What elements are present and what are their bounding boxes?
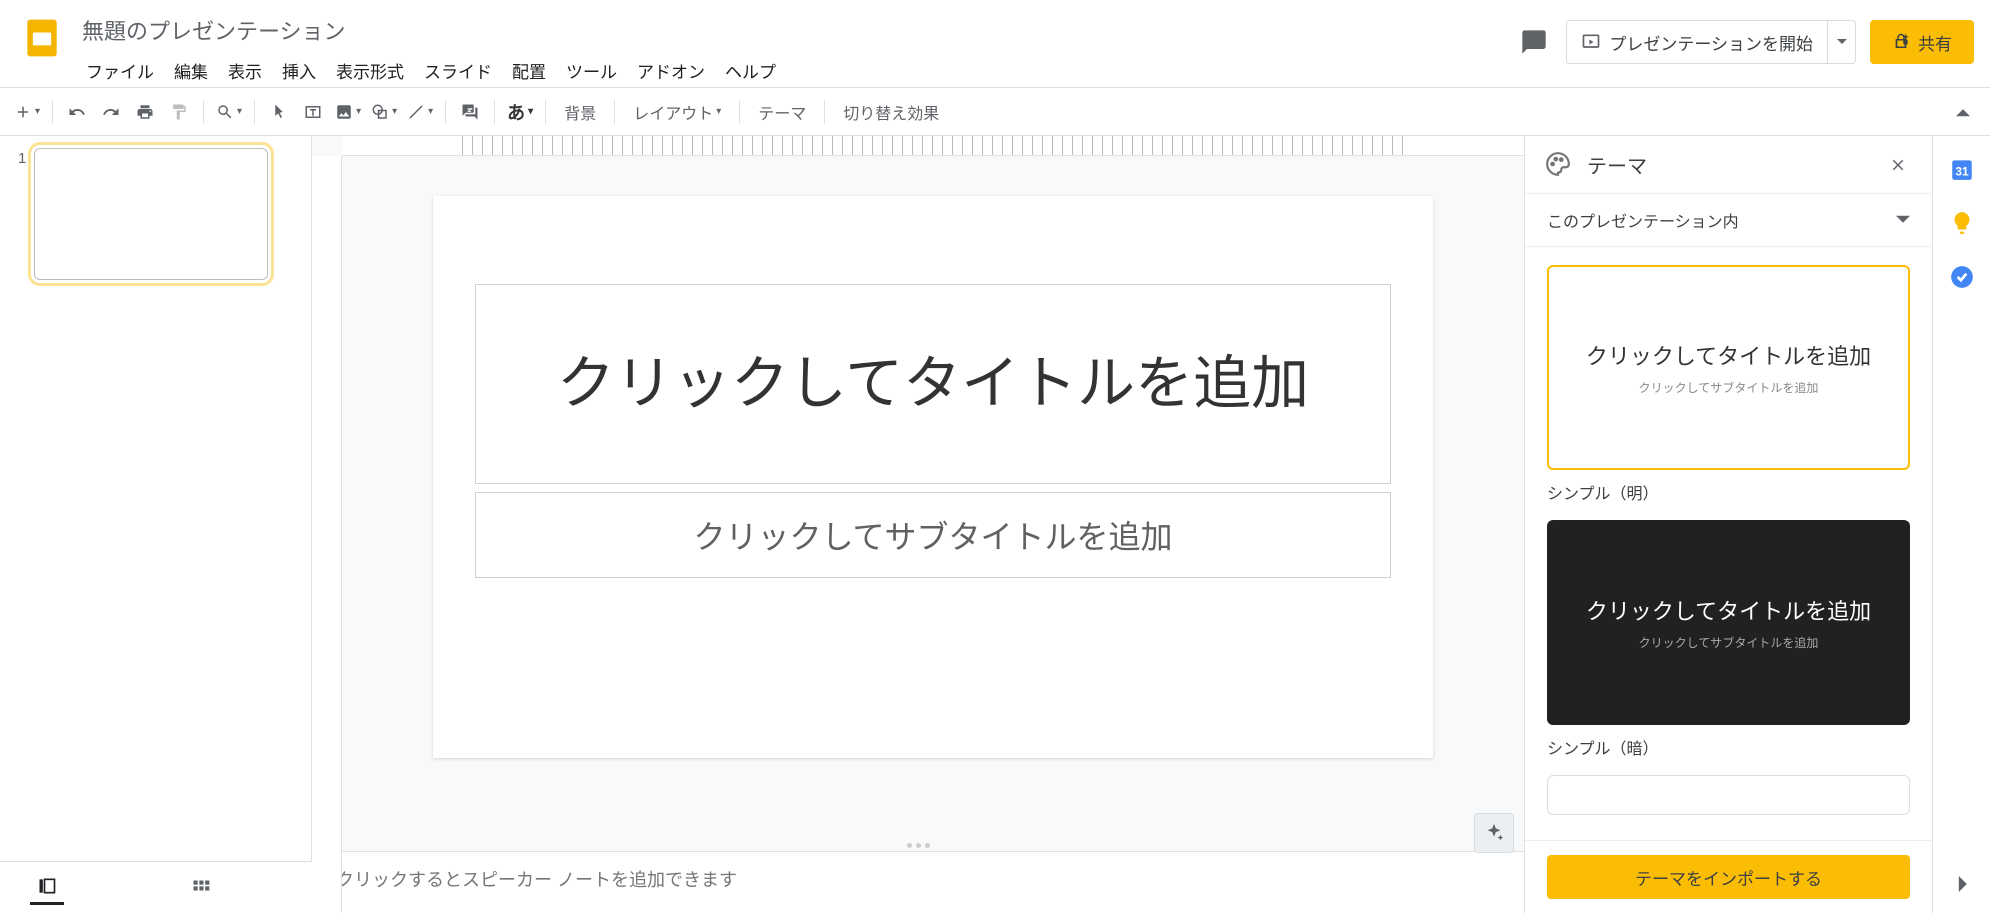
menu-addons[interactable]: アドオン — [629, 52, 713, 89]
menu-arrange[interactable]: 配置 — [504, 52, 554, 89]
notes-resize-handle[interactable] — [312, 839, 1524, 851]
shape-tool[interactable]: ▾ — [367, 95, 401, 129]
subtitle-placeholder[interactable]: クリックしてサブタイトルを追加 — [475, 492, 1391, 578]
theme-panel: テーマ このプレゼンテーション内 クリックしてタイトルを追加 クリックしてサブタ… — [1524, 136, 1932, 913]
explore-button[interactable] — [1474, 813, 1514, 853]
new-slide-button[interactable]: ▾ — [10, 95, 44, 129]
present-dropdown[interactable] — [1827, 21, 1855, 63]
calendar-icon[interactable]: 31 — [1949, 156, 1975, 182]
collapse-toolbar-button[interactable] — [1946, 95, 1980, 129]
present-label: プレゼンテーションを開始 — [1609, 30, 1813, 55]
tasks-icon[interactable] — [1949, 264, 1975, 290]
textbox-tool[interactable] — [297, 95, 329, 129]
share-label: 共有 — [1918, 30, 1952, 55]
filmstrip-view-button[interactable] — [30, 871, 64, 905]
toolbar: ▾ ▾ ▾ ▾ ▾ あ▾ 背景 レイアウト▾ テーマ 切り替え効果 — [0, 88, 1990, 136]
speaker-notes[interactable]: クリックするとスピーカー ノートを追加できます — [312, 851, 1524, 913]
import-theme-button[interactable]: テーマをインポートする — [1547, 855, 1910, 899]
theme-option-simple-light[interactable]: クリックしてタイトルを追加 クリックしてサブタイトルを追加 — [1547, 265, 1910, 470]
paint-format-button[interactable] — [163, 95, 195, 129]
theme-option-next[interactable] — [1547, 775, 1910, 815]
image-tool[interactable]: ▾ — [331, 95, 365, 129]
slide-thumbnail[interactable] — [34, 148, 268, 280]
svg-text:31: 31 — [1955, 165, 1969, 179]
keep-icon[interactable] — [1949, 210, 1975, 236]
transition-button[interactable]: 切り替え効果 — [833, 95, 949, 129]
theme-preview-subtitle: クリックしてサブタイトルを追加 — [1639, 379, 1819, 396]
zoom-button[interactable]: ▾ — [212, 95, 246, 129]
layout-button[interactable]: レイアウト▾ — [623, 95, 731, 129]
undo-button[interactable] — [61, 95, 93, 129]
slide-filmstrip[interactable]: 1 — [0, 136, 312, 861]
share-button[interactable]: 共有 — [1870, 20, 1974, 64]
grid-view-button[interactable] — [184, 871, 218, 905]
document-title[interactable]: 無題のプレゼンテーション — [78, 12, 1516, 48]
vertical-ruler[interactable] — [312, 156, 342, 913]
theme-button[interactable]: テーマ — [748, 95, 816, 129]
theme-preview-subtitle: クリックしてサブタイトルを追加 — [1639, 634, 1819, 651]
menu-insert[interactable]: 挿入 — [274, 52, 324, 89]
comment-tool[interactable] — [454, 95, 486, 129]
menu-format[interactable]: 表示形式 — [328, 52, 412, 89]
menu-bar: ファイル 編集 表示 挿入 表示形式 スライド 配置 ツール アドオン ヘルプ — [78, 52, 1516, 89]
menu-edit[interactable]: 編集 — [166, 52, 216, 89]
expand-rail-button[interactable] — [1954, 876, 1970, 897]
slide-canvas[interactable]: クリックしてタイトルを追加 クリックしてサブタイトルを追加 — [433, 196, 1433, 758]
comments-button[interactable] — [1516, 24, 1552, 60]
menu-slide[interactable]: スライド — [416, 52, 500, 89]
slide-number: 1 — [18, 148, 26, 280]
palette-icon — [1545, 151, 1573, 179]
theme-name: シンプル（明） — [1547, 480, 1910, 504]
theme-option-simple-dark[interactable]: クリックしてタイトルを追加 クリックしてサブタイトルを追加 — [1547, 520, 1910, 725]
title-placeholder-text: クリックしてタイトルを追加 — [557, 346, 1309, 421]
menu-file[interactable]: ファイル — [78, 52, 162, 89]
menu-help[interactable]: ヘルプ — [717, 52, 784, 89]
menu-view[interactable]: 表示 — [220, 52, 270, 89]
theme-preview-title: クリックしてタイトルを追加 — [1586, 594, 1871, 626]
select-tool[interactable] — [263, 95, 295, 129]
theme-name: シンプル（暗） — [1547, 735, 1910, 759]
horizontal-ruler[interactable] — [342, 136, 1524, 156]
close-theme-panel-button[interactable] — [1884, 151, 1912, 179]
title-placeholder[interactable]: クリックしてタイトルを追加 — [475, 284, 1391, 484]
theme-preview-title: クリックしてタイトルを追加 — [1586, 339, 1871, 371]
redo-button[interactable] — [95, 95, 127, 129]
menu-tools[interactable]: ツール — [558, 52, 625, 89]
subtitle-placeholder-text: クリックしてサブタイトルを追加 — [693, 512, 1172, 558]
canvas-area: クリックしてタイトルを追加 クリックしてサブタイトルを追加 クリックするとスピー… — [312, 136, 1524, 913]
print-button[interactable] — [129, 95, 161, 129]
slides-logo[interactable] — [16, 12, 68, 64]
line-tool[interactable]: ▾ — [403, 95, 437, 129]
present-button[interactable]: プレゼンテーションを開始 — [1567, 21, 1827, 63]
theme-panel-title: テーマ — [1587, 150, 1870, 179]
side-rail: 31 — [1932, 136, 1990, 913]
background-button[interactable]: 背景 — [554, 95, 606, 129]
input-tools-button[interactable]: あ▾ — [503, 95, 537, 129]
theme-section-toggle[interactable]: このプレゼンテーション内 — [1525, 194, 1932, 247]
